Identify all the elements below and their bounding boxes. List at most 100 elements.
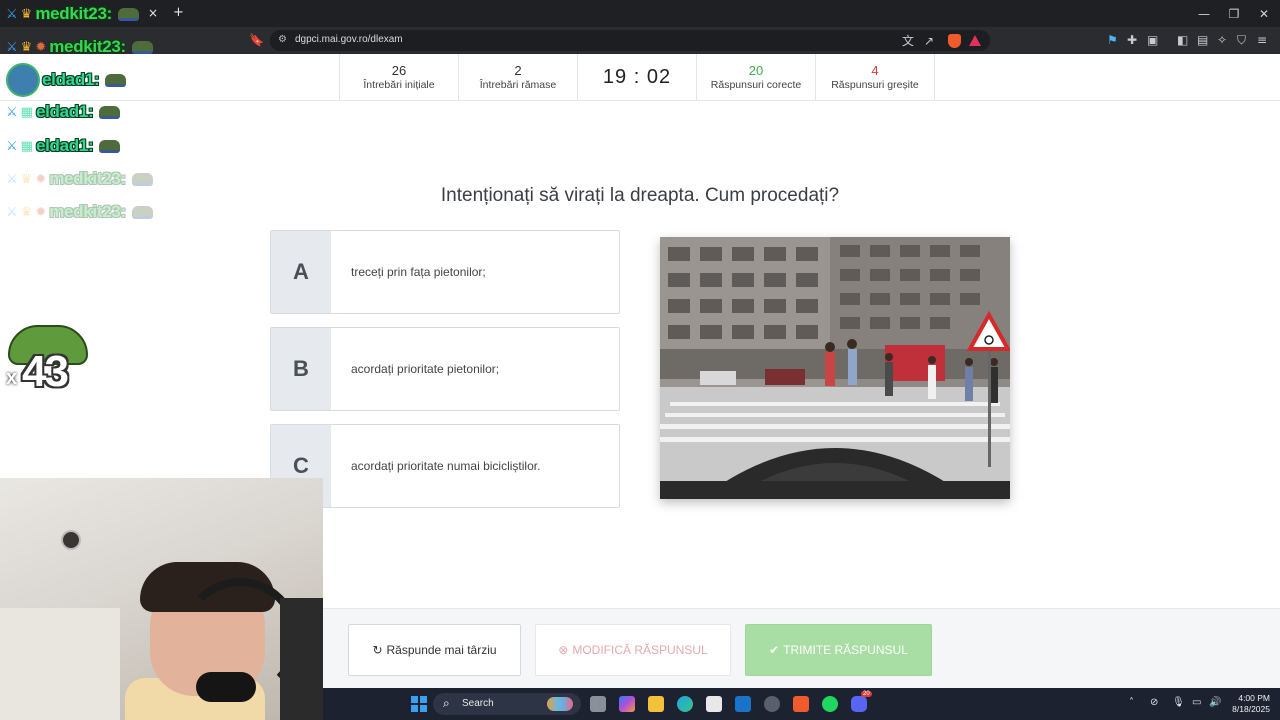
answer-text: acordați prioritate numai bicicliștilor.: [351, 459, 541, 473]
stat-remaining-questions: 2 Întrebări rămase: [458, 54, 578, 100]
brave-icon[interactable]: [793, 696, 809, 712]
emote-icon: [131, 172, 153, 186]
emote-icon: [131, 205, 153, 219]
brave-rewards-icon[interactable]: [969, 35, 981, 46]
sword-badge-icon: ⚔: [6, 104, 18, 120]
sword-badge-icon: ⚔: [6, 6, 18, 22]
avatar: [6, 63, 40, 97]
stat-initial-questions: 26 Întrebări inițiale: [339, 54, 459, 100]
answer-action-bar: ↻ Răspunde mai târziu ⊗ MODIFICĂ RĂSPUNS…: [323, 608, 1280, 688]
tabs-icon[interactable]: ▤: [1197, 32, 1208, 48]
emote-icon: [99, 139, 121, 153]
fire-badge-icon: ✹: [35, 171, 47, 187]
minimize-icon[interactable]: —: [1188, 0, 1220, 27]
crown-badge-icon: ♛: [20, 39, 33, 55]
system-clock[interactable]: 4:00 PM 8/18/2025: [1232, 693, 1270, 715]
question-image: [660, 237, 1010, 499]
chat-message: ⚔ ▦ eldad1:: [6, 135, 121, 157]
search-icon: ⌕: [443, 696, 450, 710]
task-view-icon[interactable]: [590, 696, 606, 712]
translate-icon[interactable]: 文: [902, 33, 914, 49]
cancel-circle-icon: ⊗: [558, 643, 569, 657]
extension-icon[interactable]: ⚑: [1107, 32, 1118, 48]
stat-wrong-answers: 4 Răspunsuri greșite: [815, 54, 935, 100]
vpn-shield-icon[interactable]: ⛉: [1237, 32, 1246, 48]
display-icon[interactable]: ▭: [1192, 697, 1201, 708]
taskbar-search[interactable]: ⌕ Search: [433, 693, 581, 715]
menu-icon[interactable]: ≡: [1257, 32, 1267, 48]
sword-badge-icon: ⚔: [6, 39, 18, 55]
microphone-shape: [196, 672, 256, 702]
answer-letter: B: [271, 328, 331, 410]
stat-correct-answers: 20 Răspunsuri corecte: [696, 54, 816, 100]
browser-tab-bar: × + — ❐ ✕: [0, 0, 1280, 27]
spotify-icon[interactable]: [822, 696, 838, 712]
network-off-icon[interactable]: ⊘: [1150, 697, 1158, 708]
store-icon[interactable]: [706, 696, 722, 712]
discord-icon[interactable]: [851, 696, 867, 712]
browser-toolbar: 🔖 ⚙ dgpci.mai.gov.ro/dlexam 文 ↗ ⚑ ✚ ▣ ◧ …: [0, 27, 1280, 54]
share-icon[interactable]: ↗: [924, 33, 934, 49]
chat-message: ⚔ ♛ medkit23:: [6, 3, 139, 25]
fire-badge-icon: ✹: [35, 204, 47, 220]
answer-option-a[interactable]: A treceți prin fața pietonilor;: [270, 230, 620, 314]
emote-combo-overlay: x 43: [6, 325, 96, 397]
windows-taskbar: ⌕ Search 20 ˄ ⊘ 🎙 ▭ 🔊 4:00 PM 8/18/2025: [323, 688, 1280, 720]
microphone-icon[interactable]: 🎙: [1172, 697, 1185, 708]
check-circle-icon: ✔: [769, 643, 780, 657]
chat-message: ⚔ ▦ eldad1:: [6, 101, 121, 123]
refresh-icon: ↻: [372, 643, 383, 657]
answer-option-b[interactable]: B acordați prioritate pietonilor;: [270, 327, 620, 411]
windows-start-icon[interactable]: [411, 696, 427, 712]
sidebar-icon[interactable]: ◧: [1177, 32, 1188, 48]
leo-ai-icon[interactable]: ✧: [1217, 32, 1227, 48]
discord-notification-badge: 20: [861, 691, 872, 697]
chair-shape: [280, 598, 323, 720]
address-bar[interactable]: ⚙ dgpci.mai.gov.ro/dlexam 文 ↗: [270, 30, 990, 51]
close-window-icon[interactable]: ✕: [1248, 0, 1280, 27]
volume-icon[interactable]: 🔊: [1209, 697, 1221, 708]
crown-badge-icon: ♛: [20, 204, 33, 220]
chat-message: eldad1:: [6, 63, 127, 97]
url-text: dgpci.mai.gov.ro/dlexam: [295, 34, 403, 45]
sword-badge-icon: ⚔: [6, 138, 18, 154]
submit-answer-button[interactable]: ✔ TRIMITE RĂSPUNSUL: [745, 624, 932, 676]
modify-answer-button[interactable]: ⊗ MODIFICĂ RĂSPUNSUL: [535, 624, 731, 676]
chat-message: ⚔ ♛ ✹ medkit23:: [6, 201, 153, 223]
restore-icon[interactable]: ❐: [1218, 0, 1250, 27]
copilot-icon[interactable]: [619, 696, 635, 712]
answer-letter: A: [271, 231, 331, 313]
new-tab-icon[interactable]: +: [173, 5, 184, 20]
tab-close-icon[interactable]: ×: [148, 6, 158, 20]
emote-icon: [105, 73, 127, 87]
emote-icon: [99, 105, 121, 119]
edge-icon[interactable]: [677, 696, 693, 712]
site-info-icon[interactable]: ⚙: [278, 34, 287, 45]
steam-icon[interactable]: [764, 696, 780, 712]
emote-icon: [117, 7, 139, 21]
file-explorer-icon[interactable]: [648, 696, 664, 712]
combo-count: 43: [22, 347, 69, 396]
brave-shields-icon[interactable]: [948, 34, 961, 48]
crown-badge-icon: ♛: [20, 6, 33, 22]
wallet-icon[interactable]: ▣: [1147, 32, 1158, 48]
bookmark-icon[interactable]: 🔖: [249, 32, 264, 48]
answer-text: treceți prin fața pietonilor;: [351, 265, 486, 279]
question-text: Intenționați să virați la dreapta. Cum p…: [440, 185, 840, 206]
emote-icon: [131, 40, 153, 54]
sword-badge-icon: ⚔: [6, 171, 18, 187]
grid-badge-icon: ▦: [20, 104, 33, 120]
outlook-icon[interactable]: [735, 696, 751, 712]
tray-overflow-icon[interactable]: ˄: [1129, 697, 1134, 708]
pillow-shape: [0, 608, 120, 720]
chat-message: ⚔ ♛ ✹ medkit23:: [6, 36, 153, 58]
webcam-feed: [0, 478, 323, 720]
sword-badge-icon: ⚔: [6, 204, 18, 220]
exam-stats: 26 Întrebări inițiale 2 Întrebări rămase…: [339, 54, 940, 100]
exam-timer: 19 : 02: [577, 54, 697, 100]
wall-object: [61, 530, 81, 550]
crosswalk-scene-illustration: [660, 237, 1010, 499]
answer-later-button[interactable]: ↻ Răspunde mai târziu: [348, 624, 521, 676]
search-highlight-icon: [547, 697, 573, 711]
extensions-puzzle-icon[interactable]: ✚: [1127, 32, 1137, 48]
